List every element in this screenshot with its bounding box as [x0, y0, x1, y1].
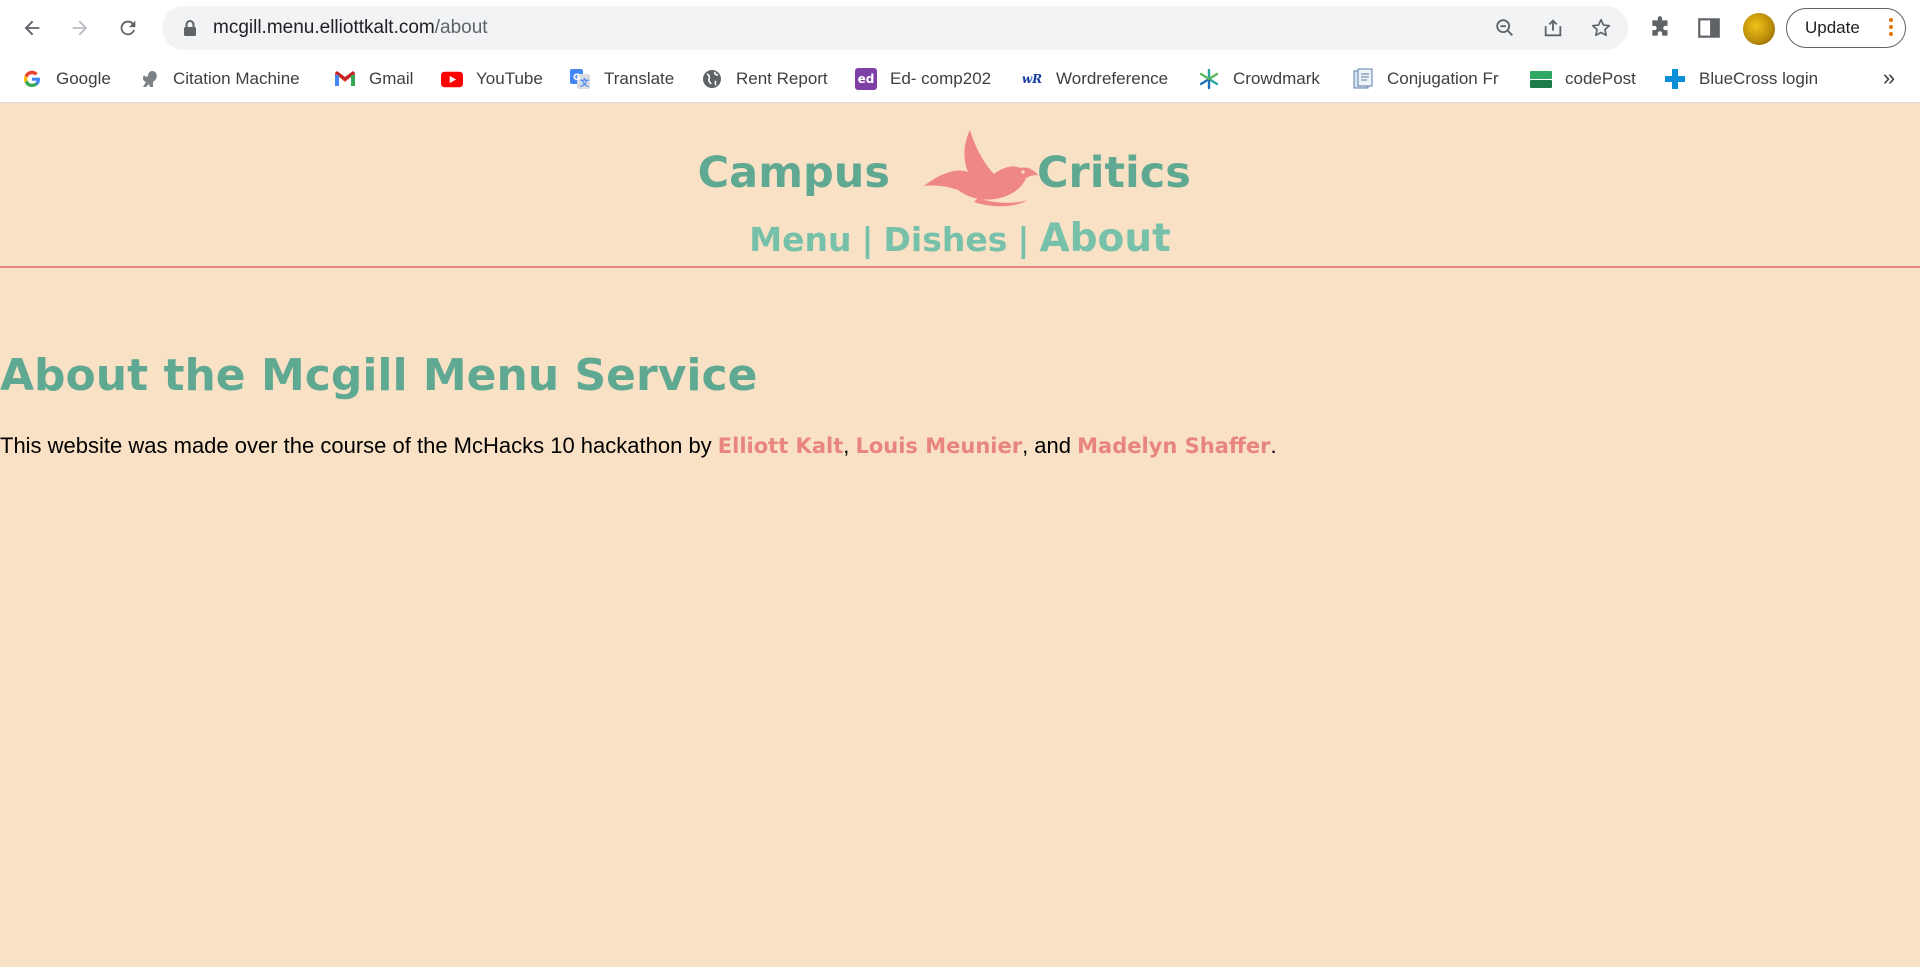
- forward-button[interactable]: [62, 10, 98, 46]
- google-icon: [21, 68, 43, 90]
- svg-text:文: 文: [579, 77, 590, 89]
- crowdmark-icon: [1198, 68, 1220, 90]
- update-label: Update: [1805, 18, 1860, 37]
- back-arrow-icon: [24, 20, 40, 36]
- bookmark-label: Citation Machine: [173, 69, 300, 88]
- nav-link-about[interactable]: About: [1039, 216, 1170, 261]
- back-button[interactable]: [14, 10, 50, 46]
- extensions-puzzle-icon[interactable]: [1648, 15, 1674, 41]
- bookmark-label: Crowdmark: [1233, 69, 1320, 88]
- site-header: Campus Critics Menu | Dishes | About: [0, 104, 1920, 268]
- conjugation-icon: [1352, 68, 1374, 90]
- url-path: /about: [434, 17, 488, 38]
- bookmark-crowdmark[interactable]: Crowdmark: [1198, 64, 1320, 94]
- url-text: mcgill.menu.elliottkalt.com/about: [213, 6, 488, 50]
- text-period: .: [1270, 433, 1277, 458]
- squirrel-icon: [138, 68, 160, 90]
- url-host: mcgill.menu.elliottkalt.com: [213, 17, 435, 38]
- browser-chrome: mcgill.menu.elliottkalt.com/about Update…: [0, 0, 1920, 103]
- bookmark-label: codePost: [1565, 69, 1636, 88]
- youtube-icon: [441, 68, 463, 90]
- reload-button[interactable]: [110, 10, 146, 46]
- bird-logo-icon: [924, 130, 1039, 207]
- more-menu-icon: [1889, 18, 1893, 38]
- bookmark-label: Gmail: [369, 69, 414, 88]
- reload-icon: [120, 20, 136, 36]
- nav-separator: |: [861, 220, 874, 259]
- main-nav: Menu | Dishes | About: [0, 216, 1920, 261]
- bookmark-wordreference[interactable]: wR Wordreference: [1021, 64, 1168, 94]
- star-icon[interactable]: [1590, 17, 1612, 39]
- bookmark-label: Translate: [604, 69, 675, 88]
- forward-arrow-icon: [72, 20, 88, 36]
- bookmark-label: Google: [56, 69, 111, 88]
- text-separator: , and: [1022, 433, 1078, 458]
- translate-icon: G文: [569, 68, 591, 90]
- zoom-out-icon[interactable]: [1494, 17, 1516, 39]
- browser-toolbar: mcgill.menu.elliottkalt.com/about Update: [0, 0, 1920, 56]
- bookmark-label: BlueCross login: [1699, 69, 1819, 88]
- about-text-intro: This website was made over the course of…: [0, 433, 718, 458]
- logo-word-critics: Critics: [1037, 148, 1191, 198]
- share-icon[interactable]: [1542, 17, 1564, 39]
- bookmarks-bar: Google Citation Machine Gmail YouTube G文…: [0, 56, 1920, 102]
- bookmark-ed-comp202[interactable]: ed Ed- comp202: [855, 64, 991, 94]
- bookmark-rent-report[interactable]: Rent Report: [701, 64, 828, 94]
- bookmark-youtube[interactable]: YouTube: [441, 64, 543, 94]
- address-bar[interactable]: mcgill.menu.elliottkalt.com/about: [162, 6, 1628, 50]
- bookmark-conjugation-fr[interactable]: Conjugation Fr: [1352, 64, 1499, 94]
- page-title: About the Mcgill Menu Service: [0, 350, 758, 401]
- side-panel-icon[interactable]: [1696, 15, 1722, 41]
- bookmark-label: Wordreference: [1056, 69, 1169, 88]
- globe-icon: [701, 68, 723, 90]
- codepost-icon: [1530, 68, 1552, 90]
- author-link-louis-meunier[interactable]: Louis Meunier: [855, 434, 1022, 458]
- wordreference-icon: wR: [1021, 72, 1043, 86]
- lock-icon: [184, 20, 196, 36]
- about-description: This website was made over the course of…: [0, 433, 1277, 459]
- bluecross-icon: [1664, 68, 1686, 90]
- bookmark-bluecross-login[interactable]: BlueCross login: [1664, 64, 1818, 94]
- bookmark-translate[interactable]: G文 Translate: [569, 64, 674, 94]
- site-logo[interactable]: Campus Critics: [0, 118, 1920, 210]
- bookmark-citation-machine[interactable]: Citation Machine: [138, 64, 300, 94]
- nav-link-menu[interactable]: Menu: [749, 220, 851, 259]
- nav-separator: |: [1017, 220, 1030, 259]
- author-link-madelyn-shaffer[interactable]: Madelyn Shaffer: [1077, 434, 1270, 458]
- logo-word-campus: Campus: [697, 148, 890, 198]
- bookmark-label: Ed- comp202: [890, 69, 992, 88]
- bookmark-label: Conjugation Fr: [1387, 69, 1499, 88]
- nav-link-dishes[interactable]: Dishes: [884, 220, 1008, 259]
- bookmark-label: Rent Report: [736, 69, 828, 88]
- update-button[interactable]: Update: [1786, 8, 1906, 48]
- author-link-elliott-kalt[interactable]: Elliott Kalt: [718, 434, 843, 458]
- bookmark-gmail[interactable]: Gmail: [334, 64, 413, 94]
- bookmark-google[interactable]: Google: [21, 64, 111, 94]
- gmail-icon: [334, 68, 356, 90]
- profile-avatar[interactable]: [1743, 13, 1775, 45]
- bookmark-codepost[interactable]: codePost: [1530, 64, 1636, 94]
- bookmark-label: YouTube: [476, 69, 543, 88]
- text-separator: ,: [843, 433, 856, 458]
- bookmarks-overflow-button[interactable]: »: [1874, 64, 1904, 94]
- ed-icon: ed: [855, 68, 877, 90]
